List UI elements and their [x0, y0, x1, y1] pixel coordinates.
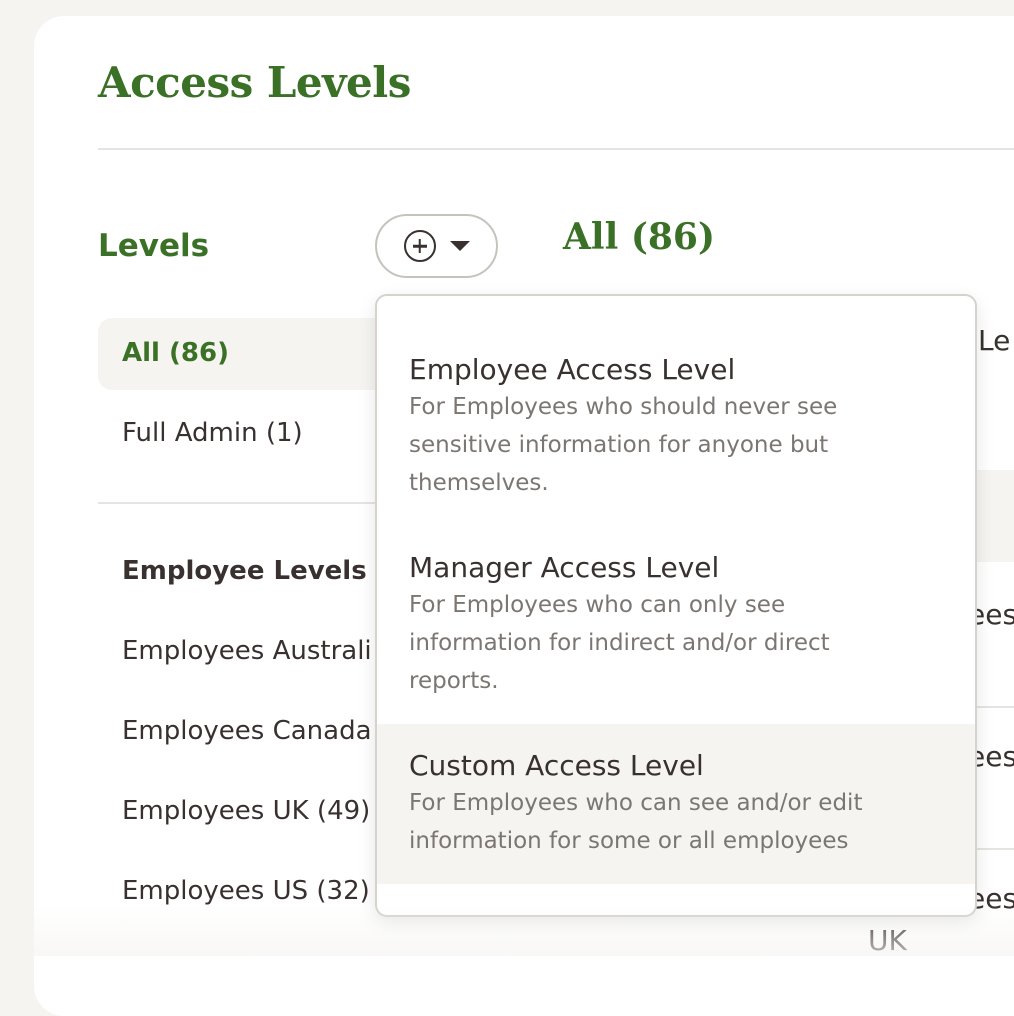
- menu-item-title: Employee Access Level: [409, 353, 736, 386]
- caret-down-icon: [449, 241, 470, 251]
- menu-item-employee-access-level[interactable]: Employee Access Level For Employees who …: [377, 352, 975, 502]
- menu-item-description: For Employees who should never see sensi…: [409, 394, 838, 496]
- plus-circle-icon: [403, 230, 436, 262]
- sidebar-item-all-label: All (86): [122, 338, 229, 368]
- menu-item-description: For Employees who can see and/or edit in…: [409, 790, 863, 854]
- sidebar-divider: [98, 502, 398, 504]
- menu-item-description: For Employees who can only see informati…: [409, 592, 830, 694]
- main-all-heading: All (86): [563, 216, 715, 258]
- add-level-button[interactable]: [375, 214, 498, 278]
- page-title: Access Levels: [98, 58, 411, 107]
- add-level-dropdown-menu: Employee Access Level For Employees who …: [375, 294, 977, 917]
- levels-heading: Levels: [98, 228, 210, 264]
- sidebar-item-employees-uk[interactable]: Employees UK (49): [122, 796, 370, 826]
- menu-item-custom-access-level[interactable]: Custom Access Level For Employees who ca…: [377, 724, 975, 884]
- sidebar-item-employees-us[interactable]: Employees US (32): [122, 876, 370, 906]
- table-row-sublabel: UK: [868, 924, 907, 957]
- table-row-divider: [976, 848, 1014, 850]
- employee-levels-heading: Employee Levels: [122, 556, 367, 586]
- sidebar-item-employees-australia[interactable]: Employees Australi: [122, 636, 372, 666]
- menu-item-title: Manager Access Level: [409, 551, 720, 584]
- table-row-divider: [976, 706, 1014, 708]
- table-column-header: Le: [978, 324, 1011, 357]
- menu-item-manager-access-level[interactable]: Manager Access Level For Employees who c…: [377, 550, 975, 700]
- menu-item-title: Custom Access Level: [409, 749, 704, 782]
- sidebar-item-employees-canada[interactable]: Employees Canada: [122, 716, 372, 746]
- header-divider: [98, 148, 1014, 150]
- sidebar-item-full-admin[interactable]: Full Admin (1): [122, 418, 303, 448]
- table-header-row: [976, 470, 1014, 562]
